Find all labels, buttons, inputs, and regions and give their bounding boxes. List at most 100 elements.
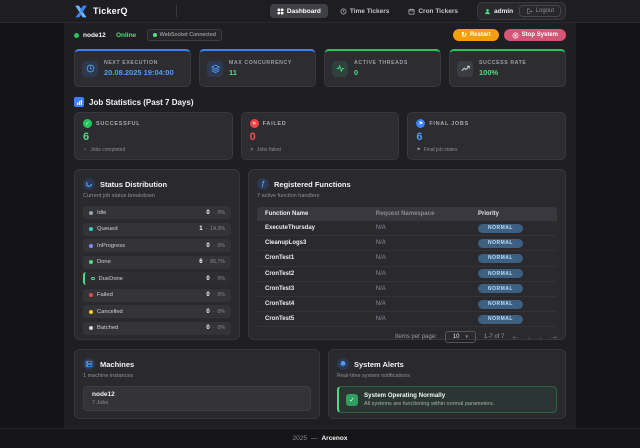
priority-badge: NORMAL	[477, 223, 523, 233]
function-icon: ƒ	[257, 178, 269, 190]
flag-circle-icon: ⚑	[416, 119, 426, 128]
nav-time-tickers[interactable]: Time Tickers	[333, 4, 397, 18]
nav-dashboard-label: Dashboard	[286, 7, 321, 15]
logout-label: Logout	[535, 8, 554, 14]
priority-badge: NORMAL	[477, 314, 523, 324]
chevron-down-icon: ▾	[465, 334, 469, 341]
status-dot	[89, 243, 93, 248]
table-row[interactable]: CronTest2 N/A NORMAL	[257, 267, 557, 282]
stop-icon	[512, 32, 519, 38]
caption-check-icon: ✓	[83, 147, 88, 153]
stat-value: 20.08.2025 19:04:00	[104, 68, 174, 78]
next-page-button[interactable]: ›	[539, 333, 542, 342]
bottom-row: Machines 1 machine instances node12 7 Jo…	[74, 349, 566, 419]
main-nav: Dashboard Time Tickers Cron Tickers	[269, 4, 465, 18]
status-row-inprogress: InProgress 0 · 0%	[83, 239, 231, 252]
status-bar: node12 · Online WebSocket Connected ↻ Re…	[74, 29, 566, 41]
job-statistics-title: Job Statistics (Past 7 Days)	[89, 97, 194, 107]
bar-chart-icon	[74, 97, 84, 107]
donut-chart-icon	[83, 178, 95, 190]
alert-title: System Operating Normally	[364, 392, 446, 399]
user-chip[interactable]: admin	[484, 8, 513, 15]
priority-badge: NORMAL	[477, 238, 523, 248]
caption-flag-icon: ⚑	[416, 147, 421, 153]
app-title: TickerQ	[93, 6, 128, 16]
websocket-label: WebSocket Connected	[159, 32, 216, 38]
status-dot	[89, 309, 93, 314]
table-row[interactable]: CronTest1 N/A NORMAL	[257, 251, 557, 267]
system-alerts-title: System Alerts	[354, 359, 404, 369]
logout-icon	[527, 8, 533, 14]
jobcard-value: 0	[249, 131, 256, 143]
footer-separator: —	[310, 435, 318, 442]
layers-icon	[207, 60, 223, 77]
machines-subtitle: 1 machine instances	[83, 373, 134, 379]
middle-row: Status Distribution Current job status b…	[74, 169, 566, 344]
top-bar-inner: TickerQ Dashboard Time Tickers Cron Tick…	[64, 0, 576, 22]
stat-label: MAX CONCURRENCY	[229, 59, 292, 66]
table-row[interactable]: CleanupLogs3 N/A NORMAL	[257, 236, 557, 252]
status-dot	[89, 326, 93, 330]
stat-value: 100%	[479, 68, 499, 78]
nav-cron-tickers-label: Cron Tickers	[418, 7, 458, 15]
stat-label: ACTIVE THREADS	[354, 59, 408, 66]
logout-button[interactable]: Logout	[519, 4, 561, 18]
system-alerts-card: System Alerts Real-time system notificat…	[328, 349, 566, 419]
stat-card-success-rate: SUCCESS RATE 100%	[449, 49, 566, 87]
trending-up-icon	[457, 60, 473, 77]
first-page-button[interactable]: ⇤	[512, 333, 518, 342]
header-divider	[175, 5, 177, 17]
jobcard-value: 6	[83, 131, 90, 143]
stat-card-active-threads: ACTIVE THREADS 0	[324, 49, 441, 87]
websocket-dot	[153, 33, 157, 37]
bell-icon	[337, 358, 349, 370]
username: admin	[493, 7, 514, 15]
nav-cron-tickers[interactable]: Cron Tickers	[401, 4, 465, 18]
stat-card-next-execution: NEXT EXECUTION 20.08.2025 19:04:00	[74, 49, 191, 87]
status-row-failed: Failed 0 · 0%	[83, 288, 231, 302]
main-column: node12 · Online WebSocket Connected ↻ Re…	[64, 23, 576, 428]
user-group: admin Logout	[476, 1, 566, 21]
jobcard-caption: ✓ Jobs completed	[83, 147, 126, 153]
websocket-badge: WebSocket Connected	[147, 29, 222, 41]
stat-value: 0	[354, 68, 359, 78]
status-row-duedone: DueDone 0 · 0%	[83, 272, 231, 285]
status-dot	[89, 293, 93, 297]
alert-message: All systems are functioning within norma…	[364, 401, 495, 407]
restart-button[interactable]: ↻ Restart	[453, 29, 499, 41]
table-row[interactable]: CronTest3 N/A NORMAL	[257, 282, 557, 297]
machine-name: node12	[92, 391, 115, 398]
nav-dashboard[interactable]: Dashboard	[269, 4, 328, 18]
jobcard-label: SUCCESSFUL	[96, 120, 141, 127]
restart-label: Restart	[469, 32, 491, 38]
col-function-name: Function Name	[265, 211, 309, 217]
registered-functions-card: ƒ Registered Functions 7 active function…	[248, 169, 566, 344]
stop-system-button[interactable]: Stop System	[503, 29, 566, 41]
node-status: node12 · Online WebSocket Connected	[74, 29, 222, 41]
table-row[interactable]: ExecuteThursday N/A NORMAL	[257, 221, 557, 237]
check-square-icon: ✓	[346, 393, 358, 406]
last-page-button[interactable]: ⇥	[551, 333, 557, 342]
machines-title: Machines	[100, 359, 135, 369]
status-row-queued: Queued 1 · 14.3%	[83, 222, 231, 236]
jobcard-successful: ✓ SUCCESSFUL 6 ✓ Jobs completed	[74, 112, 233, 160]
stat-label: NEXT EXECUTION	[104, 59, 158, 66]
items-per-page-select[interactable]: 10 ▾	[444, 331, 477, 344]
machine-item[interactable]: node12 7 Jobs	[83, 386, 311, 411]
status-row-batched: Batched 0 · 0%	[83, 321, 231, 335]
footer: 2025 — Arcenox	[0, 428, 640, 448]
jobcard-value: 6	[416, 131, 423, 143]
grid-icon	[277, 8, 284, 14]
table-row[interactable]: CronTest4 N/A NORMAL	[257, 297, 557, 313]
registered-functions-subtitle: 7 active function handlers	[257, 193, 320, 199]
stop-system-label: Stop System	[521, 32, 558, 38]
status-dot	[89, 210, 93, 215]
status-distribution-title: Status Distribution	[100, 179, 168, 189]
online-label: Online	[115, 31, 137, 39]
jobcard-failed: ✕ FAILED 0 ✕ Jobs failed	[240, 112, 400, 160]
table-row[interactable]: CronTest5 N/A NORMAL	[257, 312, 557, 328]
previous-page-button[interactable]: ‹	[528, 333, 531, 342]
stat-label: SUCCESS RATE	[479, 59, 527, 66]
stat-cards-row: NEXT EXECUTION 20.08.2025 19:04:00 MAX C…	[74, 49, 566, 87]
footer-year: 2025	[292, 435, 307, 442]
